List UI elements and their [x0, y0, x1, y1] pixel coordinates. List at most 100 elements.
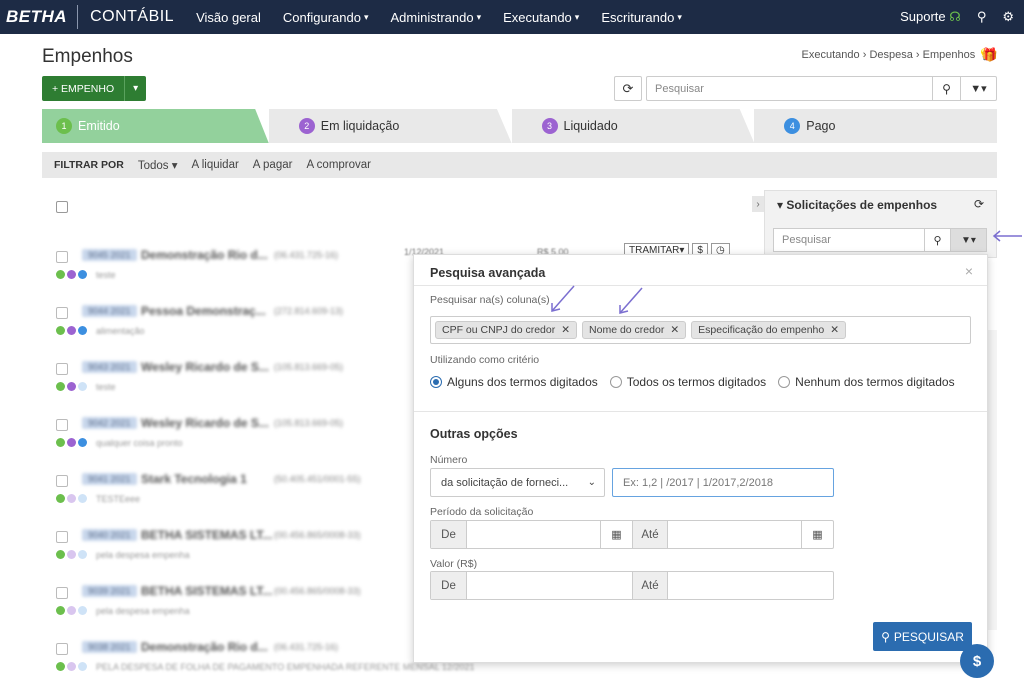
status-dot — [56, 494, 65, 503]
value-to-input[interactable] — [668, 572, 833, 599]
row-checkbox[interactable] — [56, 531, 68, 543]
radio-circle — [609, 376, 622, 388]
row-checkbox[interactable] — [56, 643, 68, 655]
step-em-liquidacao[interactable]: 2 Em liquidação — [268, 109, 512, 143]
radio-alguns[interactable]: Alguns dos termos digitados — [430, 375, 598, 389]
search-submit-button[interactable]: ⚲ PESQUISAR — [873, 622, 972, 651]
period-from-input[interactable] — [467, 521, 600, 548]
credor-document: (00.456.865/0008-33) — [274, 586, 361, 596]
search-icon: ⚲ — [881, 629, 890, 644]
value-from-input[interactable] — [467, 572, 632, 599]
refresh-button[interactable]: ⟳ — [614, 76, 642, 101]
menu-configurando[interactable]: Configurando ▾ — [283, 10, 369, 25]
filter-a-liquidar[interactable]: A liquidar — [191, 159, 238, 171]
caret-down-icon: ▾ — [777, 198, 784, 212]
step-label: Em liquidação — [320, 119, 400, 133]
chevron-down-icon[interactable]: ▾ — [124, 76, 147, 101]
status-dot — [56, 662, 65, 671]
period-to-input[interactable] — [668, 521, 801, 548]
status-dot — [67, 550, 76, 559]
gift-icon[interactable]: 🎁 — [982, 47, 998, 63]
tag-label: Especificação do empenho — [698, 324, 825, 336]
status-dot — [56, 326, 65, 335]
number-input[interactable]: Ex: 1,2 | /2017 | 1/2017,2/2018 — [612, 468, 834, 497]
row-checkbox[interactable] — [56, 475, 68, 487]
empenho-number: 9039 2021 — [82, 585, 137, 597]
status-dot — [78, 326, 87, 335]
row-checkbox[interactable] — [56, 363, 68, 375]
credor-document: (105.813.669-05) — [274, 362, 344, 372]
page-title: Empenhos — [42, 46, 133, 67]
select-all-checkbox[interactable] — [56, 201, 68, 213]
dollar-fab-button[interactable]: $ — [960, 644, 994, 678]
remove-tag-icon[interactable]: ✕ — [830, 324, 839, 336]
step-emitido[interactable]: 1 Emitido — [42, 109, 269, 143]
breadcrumb-item[interactable]: Despesa — [869, 49, 912, 61]
step-pago[interactable]: 4 Pago — [754, 109, 997, 143]
close-icon[interactable]: × — [965, 263, 973, 279]
breadcrumb-item[interactable]: Executando — [802, 49, 860, 61]
remove-tag-icon[interactable]: ✕ — [561, 324, 570, 336]
filter-todos[interactable]: Todos ▾ — [138, 158, 178, 172]
main-search-input[interactable]: Pesquisar — [647, 77, 932, 100]
menu-label: Executando — [503, 9, 572, 25]
brand-logo[interactable]: BETHA — [0, 7, 67, 27]
status-dot — [67, 382, 76, 391]
menu-administrando[interactable]: Administrando ▾ — [390, 10, 481, 25]
step-number: 1 — [56, 118, 72, 134]
search-button-label: PESQUISAR — [893, 629, 964, 644]
new-empenho-button[interactable]: + EMPENHO — [42, 76, 125, 101]
criteria-radio-group: Alguns dos termos digitados Todos os ter… — [430, 375, 955, 389]
step-liquidado[interactable]: 3 Liquidado — [511, 109, 755, 143]
from-addon: De — [431, 521, 467, 548]
panel-search-input[interactable]: Pesquisar — [774, 229, 924, 251]
menu-label: Configurando — [282, 9, 361, 25]
search-icon[interactable]: ⚲ — [977, 9, 987, 25]
radio-circle — [430, 376, 442, 388]
radio-todos[interactable]: Todos os termos digitados — [609, 375, 767, 389]
number-type-select[interactable]: da solicitação de forneci... ⌄ — [430, 468, 605, 497]
row-checkbox[interactable] — [56, 251, 68, 263]
columns-tag-input[interactable]: CPF ou CNPJ do credor ✕ Nome do credor ✕ E… — [430, 316, 971, 344]
brand-separator — [77, 5, 79, 29]
credor-document: (06.431.725-16) — [274, 642, 339, 652]
status-dot — [56, 606, 65, 615]
calendar-icon[interactable]: ▦ — [600, 521, 632, 548]
search-icon[interactable]: ⚲ — [932, 77, 960, 100]
row-checkbox[interactable] — [56, 307, 68, 319]
row-checkbox[interactable] — [56, 419, 68, 431]
support-link[interactable]: Suporte ☊ — [900, 9, 961, 25]
remove-tag-icon[interactable]: ✕ — [670, 324, 679, 336]
empenho-number: 9041 2021 — [82, 473, 137, 485]
credor-document: (50.405.451/0001-55) — [274, 474, 361, 484]
advanced-search-modal: Pesquisa avançada × Pesquisar na(s) colu… — [413, 254, 988, 663]
credor-document: (105.813.669-05) — [274, 418, 344, 428]
radio-nenhum[interactable]: Nenhum dos termos digitados — [778, 375, 955, 389]
credor-document: (272.814.609-13) — [274, 306, 344, 316]
menu-escriturando[interactable]: Escriturando ▾ — [601, 10, 682, 25]
step-number: 3 — [541, 118, 558, 134]
chevron-right-icon[interactable]: › — [752, 196, 764, 212]
calendar-icon[interactable]: ▦ — [801, 521, 833, 548]
menu-executando[interactable]: Executando ▾ — [503, 10, 579, 25]
app-name[interactable]: CONTÁBIL — [90, 8, 174, 26]
empenho-description: pela despesa empenha — [96, 550, 190, 560]
filter-a-pagar[interactable]: A pagar — [253, 159, 293, 171]
topbar-right: Suporte ☊ ⚲ ⚙ — [900, 0, 1014, 34]
filter-icon[interactable]: ▼▾ — [950, 229, 986, 251]
menu-visao-geral[interactable]: Visão geral — [196, 10, 261, 25]
status-dot — [78, 494, 87, 503]
radio-label: Todos os termos digitados — [626, 375, 767, 389]
credor-name: BETHA SISTEMAS LT... — [141, 528, 273, 542]
value-range: De Até — [430, 571, 834, 600]
tag-especificacao: Especificação do empenho ✕ — [691, 321, 847, 339]
search-icon[interactable]: ⚲ — [924, 229, 950, 251]
refresh-icon[interactable]: ⟳ — [974, 197, 984, 211]
filter-icon[interactable]: ▼▾ — [960, 77, 996, 100]
filter-a-comprovar[interactable]: A comprovar — [306, 159, 371, 171]
panel-title[interactable]: ▾ Solicitações de empenhos — [777, 198, 937, 212]
settings-icon[interactable]: ⚙ — [1002, 9, 1014, 25]
from-addon: De — [431, 572, 467, 599]
empenho-description: alimentação — [96, 326, 145, 336]
row-checkbox[interactable] — [56, 587, 68, 599]
